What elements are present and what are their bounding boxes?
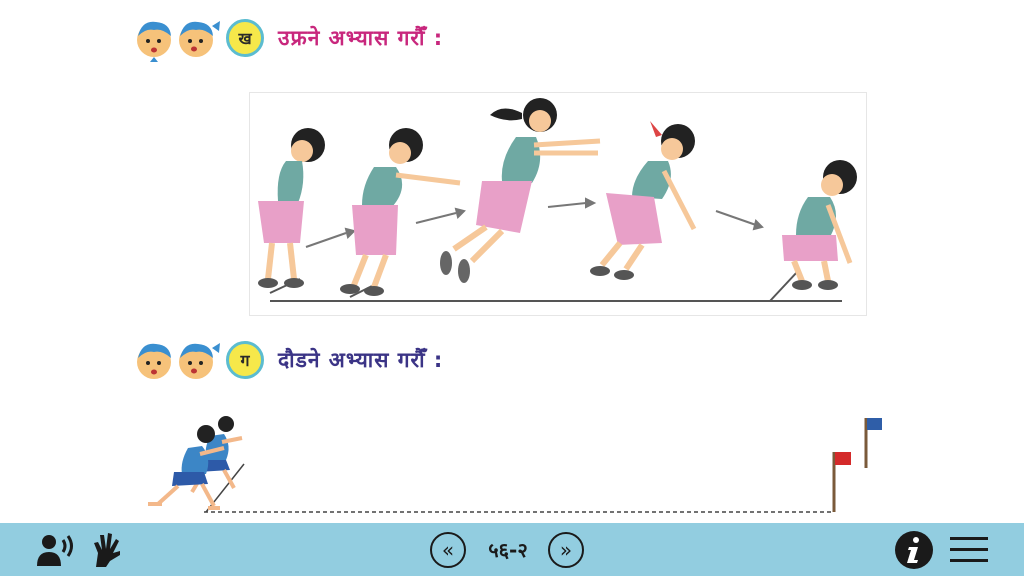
- section-title: उफ्रने अभ्यास गरौँ :: [278, 26, 444, 50]
- double-chevron-right-icon: »: [548, 531, 584, 568]
- section-header-jumping: ख उफ्रने अभ्यास गरौँ :: [134, 14, 443, 62]
- prev-page-button[interactable]: «: [428, 523, 468, 576]
- kids-icon: [134, 336, 222, 384]
- double-chevron-left-icon: «: [430, 531, 466, 568]
- section-badge: ग: [226, 341, 264, 379]
- info-button[interactable]: [892, 523, 936, 576]
- audio-speaker-icon[interactable]: [34, 523, 78, 576]
- bottom-toolbar: « ५६-२ »: [0, 523, 1024, 576]
- jumping-illustration: [249, 92, 867, 316]
- page-number: ५६-२: [488, 538, 528, 562]
- info-icon: [895, 530, 933, 569]
- hamburger-menu-icon: [950, 536, 988, 562]
- section-title: दौडने अभ्यास गरौँ :: [278, 348, 444, 372]
- next-page-button[interactable]: »: [546, 523, 586, 576]
- section-header-running: ग दौडने अभ्यास गरौँ :: [134, 336, 443, 384]
- kids-icon: [134, 14, 222, 62]
- sign-language-icon[interactable]: [88, 523, 124, 576]
- section-badge: ख: [226, 19, 264, 57]
- running-illustration: [144, 408, 888, 520]
- menu-button[interactable]: [946, 523, 992, 576]
